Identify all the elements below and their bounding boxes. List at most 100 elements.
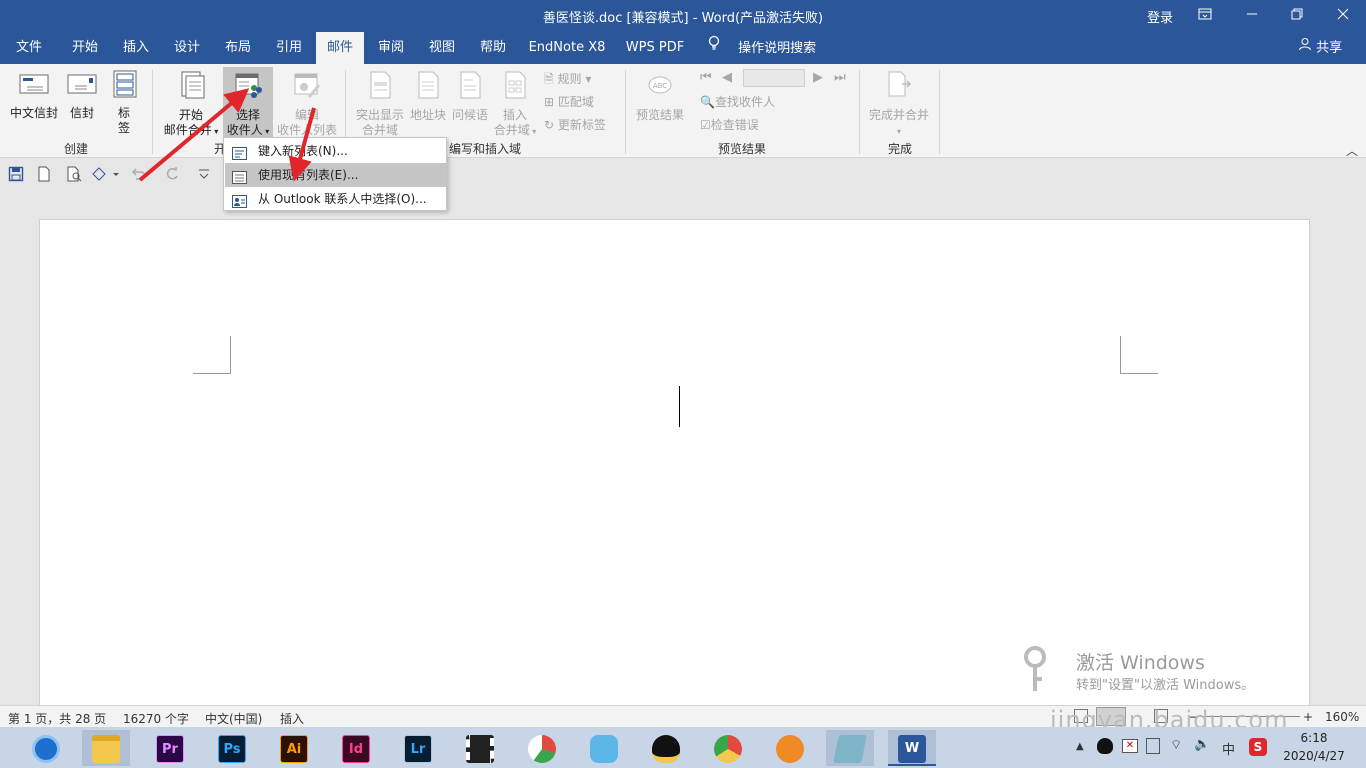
- tray-battery-icon[interactable]: [1146, 738, 1160, 754]
- envelope-button[interactable]: 信封: [63, 70, 101, 121]
- redo-icon[interactable]: [164, 166, 180, 182]
- tab-help[interactable]: 帮助: [471, 32, 515, 64]
- menu-item-type-new-list[interactable]: 键入新列表(N)...: [225, 139, 446, 163]
- start-mail-merge-button[interactable]: 开始 邮件合并 ▾: [160, 70, 222, 139]
- clock-date[interactable]: 2020/4/27: [1278, 749, 1350, 763]
- outlook-contacts-icon: [232, 192, 247, 208]
- tab-home[interactable]: 开始: [62, 32, 108, 64]
- finish-merge-label: 完成并合并: [868, 108, 929, 122]
- sogou-input-icon[interactable]: S: [1249, 738, 1267, 756]
- tab-wps-pdf[interactable]: WPS PDF: [620, 32, 690, 64]
- select-recipients-menu: 键入新列表(N)... 使用现有列表(E)... 从 Outlook 联系人中选…: [223, 137, 447, 211]
- taskbar-app-pie[interactable]: [518, 730, 566, 766]
- first-record-icon[interactable]: ⏮: [700, 70, 712, 85]
- tab-insert[interactable]: 插入: [114, 32, 158, 64]
- tab-file[interactable]: 文件: [8, 32, 50, 64]
- draw-shapes-icon[interactable]: [91, 166, 119, 182]
- taskbar-app-qq[interactable]: [642, 730, 690, 766]
- taskbar-app-fox[interactable]: [766, 730, 814, 766]
- photoshop-icon: Ps: [218, 735, 246, 763]
- find-recipient-button[interactable]: 🔍查找收件人: [700, 93, 775, 110]
- insert-mode-indicator[interactable]: 插入: [280, 710, 304, 727]
- match-fields-button[interactable]: ⊞ 匹配域: [544, 93, 594, 110]
- page-count[interactable]: 第 1 页，共 28 页: [8, 710, 106, 727]
- match-fields-label: 匹配域: [557, 95, 594, 109]
- tray-volume-icon[interactable]: 🔈: [1194, 737, 1210, 752]
- word-count[interactable]: 16270 个字: [123, 710, 189, 727]
- zoom-level[interactable]: 160%: [1325, 710, 1359, 724]
- taskbar-app-chrome[interactable]: [704, 730, 752, 766]
- document-page[interactable]: [39, 219, 1310, 709]
- taskbar-app-lightroom[interactable]: Lr: [394, 730, 442, 766]
- input-method-indicator[interactable]: 中: [1222, 739, 1235, 758]
- tab-layout[interactable]: 布局: [216, 32, 260, 64]
- tray-wifi-icon[interactable]: ⌔: [1170, 737, 1182, 753]
- menu-item-outlook-contacts[interactable]: 从 Outlook 联系人中选择(O)...: [225, 187, 446, 211]
- tab-mailings[interactable]: 邮件: [316, 32, 364, 64]
- taskbar-app-indesign[interactable]: Id: [332, 730, 380, 766]
- taskbar-app-chat[interactable]: [580, 730, 628, 766]
- edit-recipient-list-icon: [275, 70, 339, 104]
- taskbar-app-word[interactable]: W: [888, 730, 936, 766]
- restore-icon[interactable]: [1285, 5, 1309, 27]
- highlight-merge-fields-icon: [352, 70, 408, 104]
- close-icon[interactable]: [1331, 5, 1355, 27]
- check-errors-button[interactable]: ☑检查错误: [700, 116, 759, 133]
- collapse-ribbon-icon[interactable]: ︿: [1346, 142, 1358, 159]
- labels-icon: [105, 70, 143, 102]
- tab-endnote[interactable]: EndNote X8: [524, 32, 610, 64]
- tab-references[interactable]: 引用: [267, 32, 311, 64]
- customize-toolbar-icon[interactable]: [196, 166, 212, 182]
- record-number-input[interactable]: [743, 69, 805, 87]
- clock-time[interactable]: 6:18: [1284, 731, 1344, 745]
- taskbar-app-file-explorer[interactable]: [82, 730, 130, 766]
- last-record-icon[interactable]: ⏭: [834, 70, 846, 85]
- tab-review[interactable]: 审阅: [369, 32, 413, 64]
- show-hidden-icons-icon[interactable]: ▲: [1076, 741, 1084, 752]
- previous-record-icon[interactable]: ◀: [722, 70, 732, 85]
- taskbar-app-video[interactable]: [456, 730, 504, 766]
- find-icon: 🔍: [700, 95, 715, 109]
- print-preview-icon[interactable]: [66, 166, 82, 182]
- select-recipients-button[interactable]: 选择 收件人 ▾: [223, 67, 273, 137]
- language-indicator[interactable]: 中文(中国): [205, 710, 262, 727]
- ribbon-display-options-icon[interactable]: [1193, 5, 1217, 27]
- minimize-icon[interactable]: [1240, 5, 1264, 27]
- chinese-envelope-button[interactable]: 中文信封: [6, 70, 62, 121]
- tab-view[interactable]: 视图: [420, 32, 464, 64]
- next-record-icon[interactable]: ▶: [813, 70, 823, 85]
- tab-design[interactable]: 设计: [165, 32, 209, 64]
- update-labels-label: 更新标签: [557, 118, 606, 132]
- zoom-in-icon[interactable]: +: [1303, 710, 1313, 724]
- undo-icon[interactable]: [130, 166, 146, 182]
- greeting-line-button[interactable]: 问候语: [450, 70, 490, 123]
- start-mail-merge-label-line2: 邮件合并: [163, 123, 212, 137]
- tray-qq-icon[interactable]: [1097, 738, 1113, 754]
- taskbar-app-illustrator[interactable]: Ai: [270, 730, 318, 766]
- taskbar-app-premiere[interactable]: Pr: [146, 730, 194, 766]
- menu-item-use-existing-list[interactable]: 使用现有列表(E)...: [225, 163, 446, 187]
- taskbar-app-photoshop[interactable]: Ps: [208, 730, 256, 766]
- taskbar-app-browser[interactable]: [22, 730, 70, 766]
- illustrator-icon: Ai: [280, 735, 308, 763]
- labels-button[interactable]: 标 签: [105, 70, 143, 136]
- highlight-merge-fields-button[interactable]: 突出显示 合并域: [352, 70, 408, 138]
- login-button[interactable]: 登录: [1147, 7, 1173, 26]
- preview-results-button[interactable]: ABC 预览结果: [632, 70, 688, 123]
- word-icon: W: [898, 735, 926, 763]
- share-button[interactable]: 共享: [1298, 32, 1342, 64]
- update-labels-button[interactable]: ↻ 更新标签: [544, 116, 606, 133]
- insert-merge-field-button[interactable]: 插入 合并域 ▾: [492, 70, 538, 139]
- chrome-icon: [714, 735, 742, 763]
- new-document-icon[interactable]: [36, 166, 52, 182]
- finish-merge-button[interactable]: 完成并合并 ▾: [866, 70, 932, 139]
- tell-me-search[interactable]: 操作说明搜索: [708, 32, 816, 64]
- rules-button[interactable]: 🗎 规则 ▾: [544, 70, 591, 91]
- chinese-envelope-label: 中文信封: [9, 106, 58, 120]
- labels-label-line1: 标: [117, 106, 130, 120]
- address-block-button[interactable]: 地址块: [408, 70, 448, 123]
- save-icon[interactable]: [8, 166, 24, 182]
- edit-recipient-list-button[interactable]: 编辑 收件人列表: [275, 70, 339, 138]
- tray-network-error-icon[interactable]: ✕: [1122, 739, 1138, 753]
- taskbar-app-notes[interactable]: [826, 730, 874, 766]
